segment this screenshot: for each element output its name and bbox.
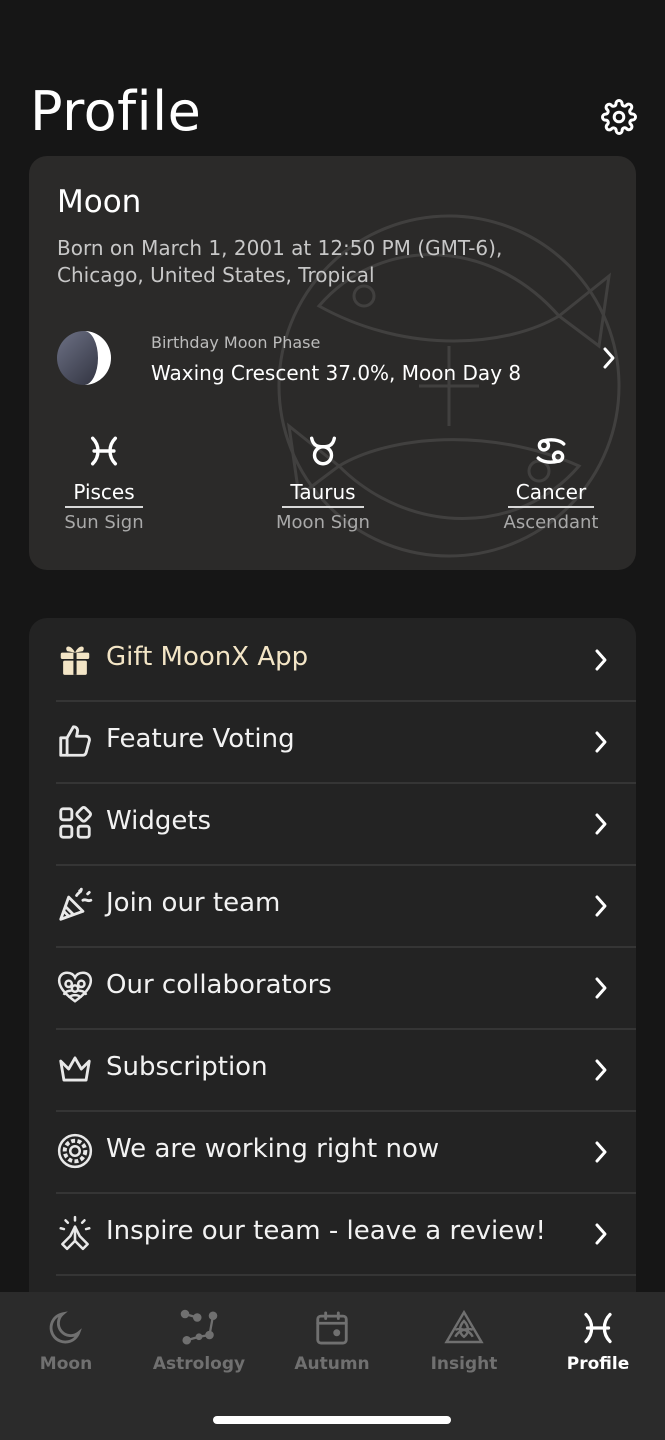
- tab-moon[interactable]: Moon: [6, 1306, 126, 1374]
- menu-item-gift[interactable]: Gift MoonX App: [56, 620, 636, 702]
- gear-cog-icon: [57, 1133, 93, 1169]
- moon-phase-icon: [57, 331, 111, 385]
- page-title: Profile: [30, 80, 202, 143]
- chevron-right-icon: [595, 731, 607, 753]
- tab-autumn[interactable]: Autumn: [272, 1306, 392, 1374]
- moon-phase-value: Waxing Crescent 37.0%, Moon Day 8: [151, 361, 522, 385]
- widgets-icon: [59, 806, 92, 839]
- menu-list: Gift MoonX App Feature Voting Widgets Jo…: [29, 618, 636, 1298]
- menu-item-subscription[interactable]: Subscription: [56, 1030, 636, 1112]
- sun-sign-name: Pisces: [65, 480, 143, 508]
- menu-item-label: Our collaborators: [106, 970, 332, 1000]
- ascendant-sign[interactable]: Cancer Ascendant: [481, 434, 621, 533]
- menu-item-join-team[interactable]: Join our team: [56, 866, 636, 948]
- menu-item-leave-review[interactable]: Inspire our team - leave a review!: [56, 1194, 636, 1276]
- menu-item-label: Inspire our team - leave a review!: [106, 1216, 546, 1246]
- cancer-icon: [536, 438, 566, 464]
- menu-item-widgets[interactable]: Widgets: [56, 784, 636, 866]
- birth-details-line-2: Chicago, United States, Tropical: [57, 263, 375, 287]
- menu-item-label: Feature Voting: [106, 724, 295, 754]
- moon-sign-name: Taurus: [282, 480, 364, 508]
- calendar-icon: [316, 1311, 348, 1345]
- constellation-icon: [180, 1309, 218, 1345]
- pisces-icon: [584, 1312, 612, 1344]
- tab-label: Autumn: [294, 1354, 370, 1374]
- menu-item-label: Subscription: [106, 1052, 268, 1082]
- birthday-moon-phase-row[interactable]: Birthday Moon Phase Waxing Crescent 37.0…: [56, 328, 616, 388]
- moon-sign[interactable]: Taurus Moon Sign: [253, 434, 393, 533]
- sun-sign-label: Sun Sign: [64, 512, 144, 533]
- menu-item-working-now[interactable]: We are working right now: [56, 1112, 636, 1194]
- tab-label: Moon: [39, 1354, 93, 1374]
- party-popper-icon: [59, 887, 93, 921]
- menu-item-label: Join our team: [106, 888, 281, 918]
- menu-item-feature-voting[interactable]: Feature Voting: [56, 702, 636, 784]
- chevron-right-icon: [595, 895, 607, 917]
- tab-label: Insight: [430, 1354, 498, 1374]
- gear-icon: [601, 99, 637, 135]
- menu-item-label: We are working right now: [106, 1134, 440, 1164]
- praying-hands-icon: [59, 1215, 91, 1251]
- menu-item-label: Gift MoonX App: [106, 642, 309, 672]
- chevron-right-icon: [595, 649, 607, 671]
- triquetra-icon: [444, 1309, 484, 1344]
- crown-icon: [59, 1056, 91, 1082]
- crescent-moon-icon: [49, 1311, 82, 1344]
- collaborators-icon: [57, 971, 93, 1003]
- moon-sign-label: Moon Sign: [276, 512, 370, 533]
- chevron-right-icon: [603, 347, 615, 369]
- chevron-right-icon: [595, 813, 607, 835]
- birth-details-line-1: Born on March 1, 2001 at 12:50 PM (GMT-6…: [57, 236, 503, 260]
- profile-name: Moon: [57, 184, 142, 220]
- menu-item-collaborators[interactable]: Our collaborators: [56, 948, 636, 1030]
- profile-card[interactable]: Moon Born on March 1, 2001 at 12:50 PM (…: [29, 156, 636, 570]
- tab-profile[interactable]: Profile: [538, 1306, 658, 1374]
- tab-label: Astrology: [152, 1354, 246, 1374]
- taurus-icon: [309, 436, 337, 466]
- tab-label: Profile: [566, 1354, 630, 1374]
- gift-icon: [60, 646, 90, 675]
- chevron-right-icon: [595, 1141, 607, 1163]
- thumbs-up-icon: [59, 725, 91, 757]
- ascendant-sign-label: Ascendant: [503, 512, 599, 533]
- tab-insight[interactable]: Insight: [404, 1306, 524, 1374]
- chevron-right-icon: [595, 977, 607, 999]
- pisces-icon: [90, 436, 118, 466]
- chevron-right-icon: [595, 1223, 607, 1245]
- home-indicator[interactable]: [213, 1416, 451, 1424]
- moon-phase-caption: Birthday Moon Phase: [151, 333, 321, 352]
- tab-astrology[interactable]: Astrology: [139, 1306, 259, 1374]
- menu-item-label: Widgets: [106, 806, 212, 836]
- sun-sign[interactable]: Pisces Sun Sign: [34, 434, 174, 533]
- ascendant-sign-name: Cancer: [507, 480, 595, 508]
- settings-button[interactable]: [598, 96, 640, 138]
- chevron-right-icon: [595, 1059, 607, 1081]
